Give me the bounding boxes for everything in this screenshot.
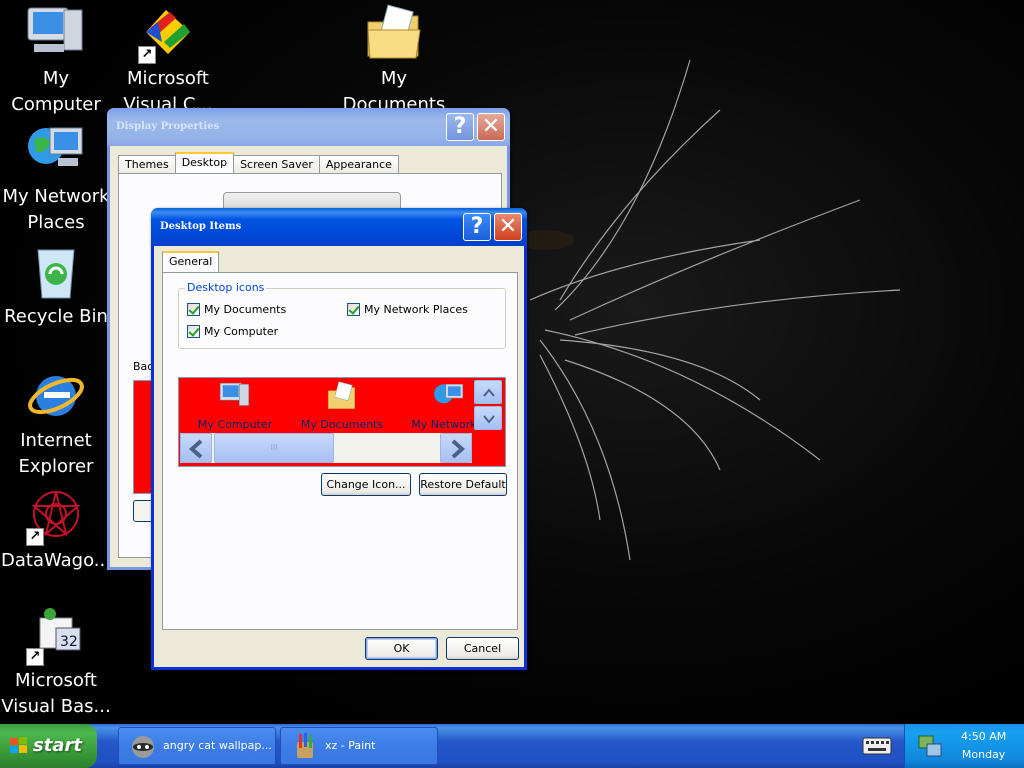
raccoon-icon: [132, 736, 154, 758]
desktop-icon-visual-c[interactable]: ↗ Microsoft Visual C...: [112, 2, 224, 118]
group-title: Desktop icons: [185, 281, 267, 294]
shortcut-arrow-icon: ↗: [138, 46, 156, 64]
help-button[interactable]: ?: [446, 113, 474, 141]
desktop-icon-datawagon[interactable]: ↗ DataWago...: [0, 484, 112, 574]
chevron-left-icon: [188, 439, 203, 459]
network-globe-icon: [434, 383, 464, 404]
taskbar-item-paint[interactable]: xz - Paint: [280, 727, 438, 765]
tab-themes[interactable]: Themes: [118, 155, 176, 173]
checkbox-my-computer[interactable]: My Computer: [187, 325, 278, 338]
tab-desktop[interactable]: Desktop: [174, 152, 235, 173]
horizontal-scrollbar[interactable]: III: [180, 433, 472, 463]
desktop-icon-list[interactable]: My Computer My Documents My Network P II…: [178, 377, 506, 467]
close-button[interactable]: ✕: [494, 213, 522, 241]
desktop-icon-my-documents[interactable]: My Documents: [338, 2, 450, 118]
desktop-icon-label: My Computer: [11, 68, 101, 115]
desktop-icon-my-network-places[interactable]: My Network Places: [0, 120, 112, 236]
tab-general[interactable]: General: [162, 251, 220, 272]
folder-documents-icon: [327, 381, 356, 409]
computer-icon: [219, 382, 250, 406]
window-title: Display Properties: [116, 121, 220, 132]
desktop-icon-my-computer[interactable]: My Computer: [0, 2, 112, 118]
desktop-icon-visual-basic[interactable]: 32 ↗ Microsoft Visual Bas...: [0, 604, 112, 720]
tab-strip: Themes Desktop Screen Saver Appearance: [118, 152, 399, 173]
cancel-button[interactable]: Cancel: [446, 637, 519, 660]
start-button[interactable]: start: [0, 724, 97, 768]
taskbar: start angry cat wallpap... xz - Paint 4:…: [0, 724, 1024, 768]
checkbox-label: My Documents: [204, 303, 287, 316]
close-button[interactable]: ✕: [477, 113, 505, 141]
start-label: start: [33, 735, 82, 756]
computer-icon: [24, 2, 88, 66]
scroll-thumb[interactable]: III: [214, 433, 334, 463]
windows-flag-icon: [10, 737, 27, 753]
restore-default-button[interactable]: Restore Default: [419, 473, 507, 496]
folder-documents-icon: [362, 2, 426, 66]
checkbox-my-documents[interactable]: My Documents: [187, 303, 286, 316]
taskbar-item-wallpaper[interactable]: angry cat wallpap...: [118, 727, 276, 765]
clock[interactable]: 4:50 AM Monday: [961, 728, 1006, 764]
tab-strip: General: [162, 251, 220, 272]
chevron-up-icon: [483, 388, 495, 397]
taskbar-item-label: angry cat wallpap...: [163, 739, 272, 752]
scroll-down-button[interactable]: [474, 406, 502, 430]
chevron-down-icon: [483, 415, 495, 424]
title-bar[interactable]: Desktop Items ? ✕: [151, 208, 527, 246]
checkbox-checked-icon[interactable]: [187, 303, 200, 316]
list-item-label: My Computer: [197, 418, 273, 431]
recycle-bin-icon: [24, 240, 88, 304]
shortcut-arrow-icon: ↗: [26, 648, 44, 666]
checkbox-my-network-places[interactable]: My Network Places: [347, 303, 468, 316]
clock-time: 4:50 AM: [961, 730, 1007, 743]
scroll-left-button[interactable]: [180, 433, 212, 463]
visual-studio-icon: ↗: [136, 2, 200, 66]
desktop-icon-internet-explorer[interactable]: Internet Explorer: [0, 364, 112, 480]
keyboard-icon[interactable]: [862, 734, 892, 756]
dialog-title: Desktop Items: [160, 221, 242, 232]
checkbox-checked-icon[interactable]: [347, 303, 360, 316]
internet-explorer-icon: [24, 364, 88, 428]
desktop-items-dialog[interactable]: Desktop Items ? ✕ General Desktop icons …: [151, 208, 527, 670]
desktop-icons-group: Desktop icons My Documents My Network Pl…: [178, 281, 506, 349]
help-button[interactable]: ?: [463, 213, 491, 241]
list-item-label: My Documents: [300, 418, 384, 431]
scroll-up-button[interactable]: [474, 380, 502, 404]
tab-screen-saver[interactable]: Screen Saver: [233, 155, 320, 173]
desktop-icon-label: Internet Explorer: [18, 430, 94, 477]
system-tray: 4:50 AM Monday: [904, 724, 1024, 768]
list-item[interactable]: My Computer: [187, 380, 283, 431]
visual-basic-icon: 32 ↗: [24, 604, 88, 668]
title-bar[interactable]: Display Properties ? ✕: [107, 108, 510, 146]
list-item[interactable]: My Documents: [294, 380, 390, 431]
shortcut-arrow-icon: ↗: [26, 528, 44, 546]
checkbox-label: My Computer: [204, 325, 279, 338]
paint-icon: [297, 733, 313, 758]
checkbox-checked-icon[interactable]: [187, 325, 200, 338]
general-tab-panel: Desktop icons My Documents My Network Pl…: [162, 272, 518, 630]
desktop-icon-label: Microsoft Visual Bas...: [1, 670, 111, 717]
tab-appearance[interactable]: Appearance: [318, 155, 399, 173]
desktop-icon-label: DataWago...: [1, 550, 111, 571]
network-connection-icon[interactable]: [917, 734, 943, 758]
network-globe-icon: [24, 120, 88, 184]
clock-day: Monday: [961, 748, 1006, 761]
ok-button[interactable]: OK: [365, 637, 438, 660]
desktop-icon-recycle-bin[interactable]: Recycle Bin: [0, 240, 112, 330]
svg-text:32: 32: [60, 634, 78, 650]
checkbox-label: My Network Places: [364, 303, 468, 316]
taskbar-item-label: xz - Paint: [325, 739, 376, 752]
datawagon-icon: ↗: [24, 484, 88, 548]
desktop-icon-label: Recycle Bin: [4, 306, 108, 327]
scroll-right-button[interactable]: [440, 433, 472, 463]
desktop-icon-label: My Network Places: [2, 186, 110, 233]
change-icon-button[interactable]: Change Icon...: [321, 473, 411, 496]
chevron-right-icon: [451, 439, 466, 459]
